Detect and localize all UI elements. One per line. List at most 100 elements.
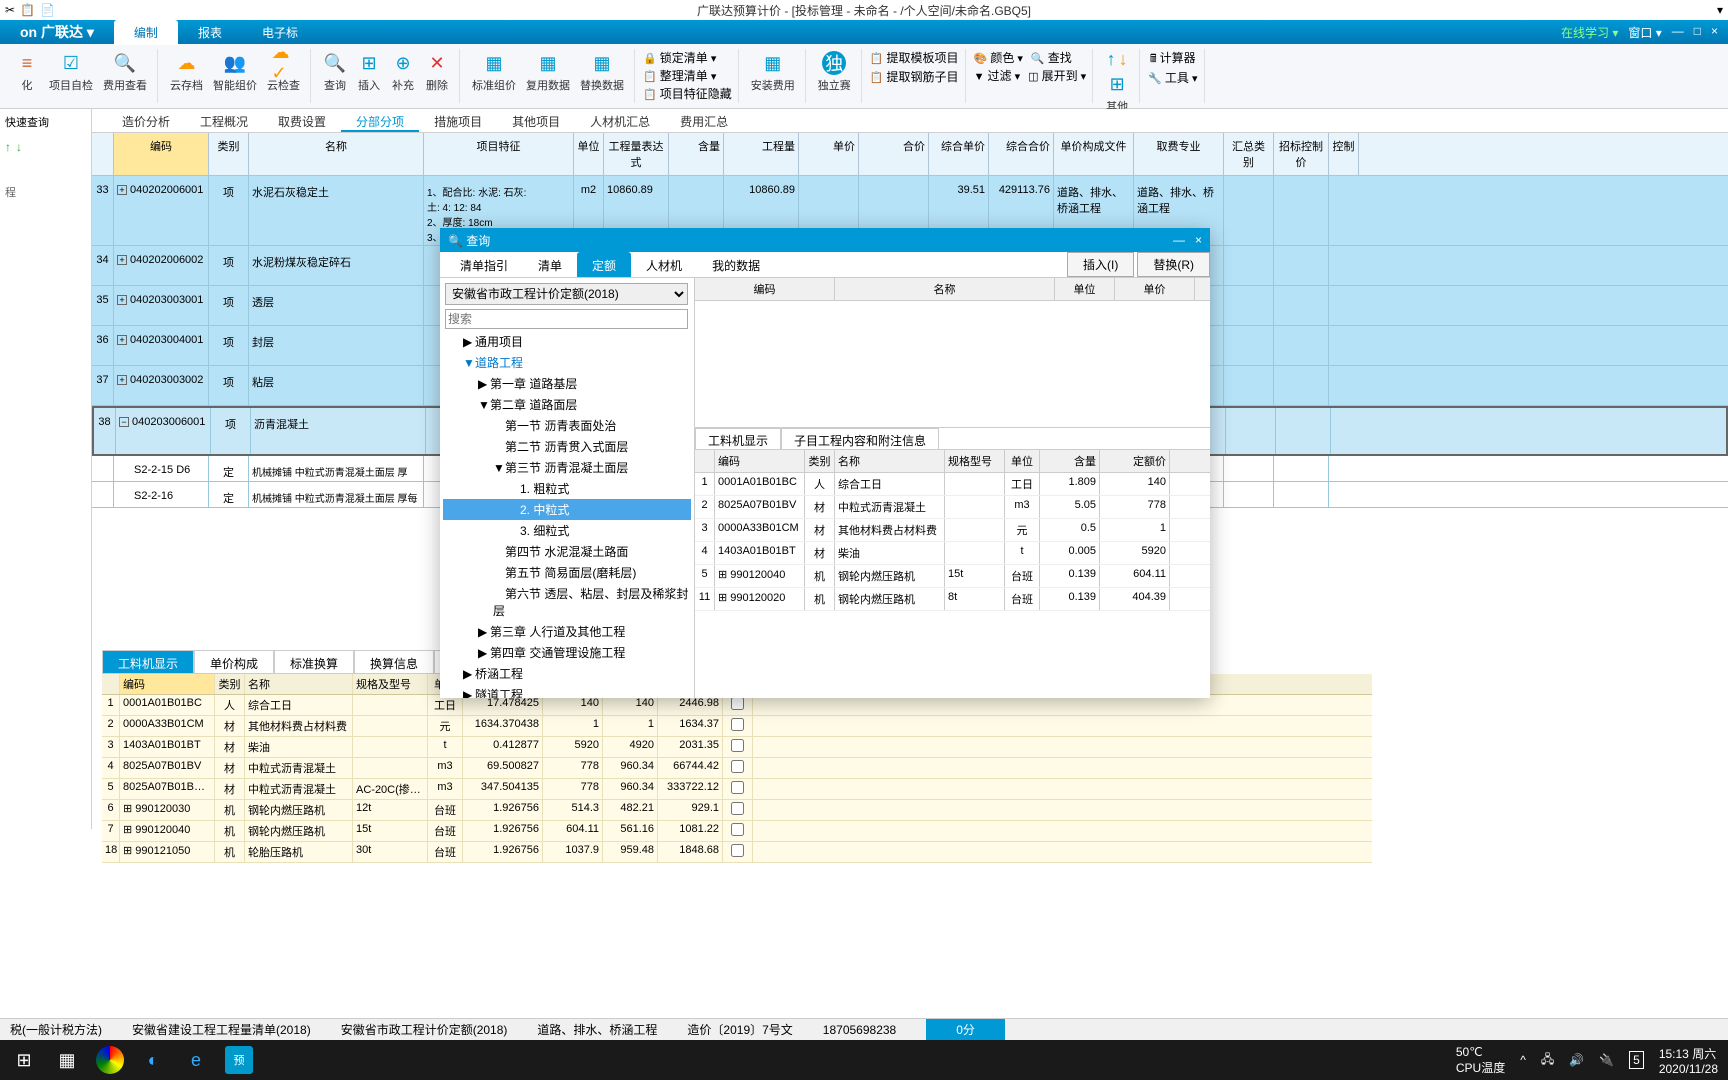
detail-row[interactable]: 4 1403A01B01BT 材 柴油 t 0.005 5920 [695, 542, 1210, 565]
tree-item[interactable]: 第一节 沥青表面处治 [443, 415, 691, 436]
bottom-row[interactable]: 3 1403A01B01BT 材 柴油 t 0.412877 5920 4920… [102, 737, 1372, 758]
copy-icon[interactable]: 📋 [20, 3, 35, 17]
tree-item[interactable]: ▶第四章 交通管理设施工程 [443, 642, 691, 663]
tree-item[interactable]: ▶第三章 人行道及其他工程 [443, 621, 691, 642]
expand-icon[interactable]: − [119, 417, 129, 427]
btm-tab-display[interactable]: 工料机显示 [102, 650, 194, 674]
tree-expand-icon[interactable]: ▼ [493, 461, 505, 475]
expand-icon[interactable]: + [117, 255, 127, 265]
app2-icon[interactable]: ◐ [139, 1046, 167, 1074]
bottom-row[interactable]: 6 ⊞ 990120030 机 钢轮内燃压路机 12t 台班 1.926756 … [102, 800, 1372, 821]
edge-icon[interactable]: e [182, 1046, 210, 1074]
app-running-icon[interactable]: 预 [225, 1046, 253, 1074]
online-learn[interactable]: 在线学习 ▾ [1561, 24, 1618, 41]
ribbon-stdprice[interactable]: ▦标准组价 [468, 49, 520, 95]
ribbon-tools[interactable]: 🔧 工具 ▾ [1148, 69, 1197, 86]
bottom-row[interactable]: 18 ⊞ 990121050 机 轮胎压路机 30t 台班 1.926756 1… [102, 842, 1372, 863]
tray-ime-icon[interactable]: 5 [1629, 1051, 1644, 1069]
tab-material[interactable]: 人材机汇总 [575, 109, 665, 132]
tree-item[interactable]: ▶隧道工程 [443, 684, 691, 698]
tree-expand-icon[interactable]: ▶ [478, 625, 490, 639]
tab-breakdown[interactable]: 分部分项 [341, 109, 419, 132]
expand-icon[interactable]: + [117, 185, 127, 195]
paste-icon[interactable]: 📄 [40, 3, 55, 17]
status-score[interactable]: 0分 [926, 1019, 1005, 1040]
ribbon-cloudsave[interactable]: ☁云存档 [166, 49, 207, 95]
row-checkbox[interactable] [731, 697, 744, 710]
bottom-row[interactable]: 1 0001A01B01BC 人 综合工日 工日 17.478425 140 1… [102, 695, 1372, 716]
tree-item[interactable]: ▶第一章 道路基层 [443, 373, 691, 394]
tree-item[interactable]: 2. 中粒式 [443, 499, 691, 520]
bottom-row[interactable]: 5 8025A07B01B… 材 中粒式沥青混凝土 AC-20C(掺… m3 3… [102, 779, 1372, 800]
tab-cost-analysis[interactable]: 造价分析 [107, 109, 185, 132]
tree-item[interactable]: ▼第二章 道路面层 [443, 394, 691, 415]
dlg-tab-quota[interactable]: 定额 [577, 252, 631, 277]
quota-combo[interactable]: 安徽省市政工程计价定额(2018) [445, 283, 688, 305]
dlg-tab-list[interactable]: 清单 [523, 252, 577, 277]
side-item[interactable]: 程 [5, 184, 86, 200]
minimize-icon[interactable]: ▾ [1717, 3, 1723, 17]
tree-item[interactable]: 1. 粗粒式 [443, 478, 691, 499]
tab-measures[interactable]: 措施项目 [419, 109, 497, 132]
window-menu[interactable]: 窗口 ▾ [1628, 24, 1661, 41]
tree-expand-icon[interactable]: ▶ [463, 688, 475, 698]
app1-icon[interactable] [96, 1046, 124, 1074]
ribbon-delete[interactable]: ✕删除 [421, 49, 453, 95]
ribbon-lock[interactable]: 🔒 锁定清单 ▾ [643, 49, 732, 66]
btm-tab-conv[interactable]: 换算信息 [354, 650, 434, 674]
up-arrow-icon[interactable]: ↑ [5, 140, 11, 154]
btm-tab-std[interactable]: 标准换算 [274, 650, 354, 674]
ribbon-up[interactable]: ↑ [1107, 49, 1116, 70]
down-arrow-icon[interactable]: ↓ [16, 140, 22, 154]
ribbon-selfcheck[interactable]: ☑项目自检 [45, 49, 97, 95]
tab-cost-summary[interactable]: 费用汇总 [665, 109, 743, 132]
tree-item[interactable]: ▶桥涵工程 [443, 663, 691, 684]
ribbon-rebar[interactable]: 📋 提取钢筋子目 [870, 68, 959, 85]
tree-expand-icon[interactable]: ▶ [463, 335, 475, 349]
start-icon[interactable]: ⊞ [10, 1046, 38, 1074]
tree-item[interactable]: ▶通用项目 [443, 331, 691, 352]
ribbon-replace[interactable]: ▦替换数据 [576, 49, 628, 95]
insert-button[interactable]: 插入(I) [1067, 252, 1134, 277]
ribbon-costview[interactable]: 🔍费用查看 [99, 49, 151, 95]
dialog-titlebar[interactable]: 🔍 查询 — × [440, 228, 1210, 252]
row-checkbox[interactable] [731, 844, 744, 857]
ribbon-template[interactable]: 📋 提取模板项目 [870, 49, 959, 66]
dlg-tab-guide[interactable]: 清单指引 [445, 252, 523, 277]
ribbon-expand[interactable]: ◫ 展开到 ▾ [1028, 67, 1086, 84]
brand-logo[interactable]: on 广联达 ▾ [0, 22, 114, 42]
max-icon[interactable]: □ [1694, 24, 1701, 41]
tree-panel[interactable]: 安徽省市政工程计价定额(2018) ▶通用项目▼道路工程▶第一章 道路基层▼第二… [440, 278, 695, 698]
dialog-close-icon[interactable]: × [1195, 233, 1202, 247]
dlg-tab-material[interactable]: 人材机 [631, 252, 697, 277]
main-tab-compile[interactable]: 编制 [114, 20, 178, 45]
ribbon-reuse[interactable]: ▦复用数据 [522, 49, 574, 95]
clock[interactable]: 15:13 周六2020/11/28 [1659, 1045, 1718, 1076]
tree-item[interactable]: 3. 细粒式 [443, 520, 691, 541]
cut-icon[interactable]: ✂ [5, 3, 15, 17]
ribbon-organize[interactable]: 📋 整理清单 ▾ [643, 67, 732, 84]
tree-expand-icon[interactable]: ▼ [478, 398, 490, 412]
bottom-row[interactable]: 7 ⊞ 990120040 机 钢轮内燃压路机 15t 台班 1.926756 … [102, 821, 1372, 842]
row-checkbox[interactable] [731, 760, 744, 773]
tree-item[interactable]: 第五节 简易面层(磨耗层) [443, 562, 691, 583]
row-checkbox[interactable] [731, 781, 744, 794]
ribbon-down[interactable]: ↓ [1119, 49, 1128, 70]
tree-item[interactable]: 第二节 沥青贯入式面层 [443, 436, 691, 457]
row-checkbox[interactable] [731, 823, 744, 836]
replace-button[interactable]: 替换(R) [1137, 252, 1210, 277]
main-tab-report[interactable]: 报表 [178, 20, 242, 45]
detail-grid[interactable]: 编码 类别 名称 规格型号 单位 含量 定额价 1 0001A01B01BC 人… [695, 450, 1210, 611]
expand-icon[interactable]: + [117, 335, 127, 345]
tree-item[interactable]: ▼道路工程 [443, 352, 691, 373]
tree-expand-icon[interactable]: ▶ [478, 646, 490, 660]
tree-item[interactable]: ▼第三节 沥青混凝土面层 [443, 457, 691, 478]
min-icon[interactable]: — [1672, 24, 1684, 41]
tab-fee-settings[interactable]: 取费设置 [263, 109, 341, 132]
ribbon-color[interactable]: 🎨 颜色 ▾ [974, 49, 1023, 66]
ribbon-filter[interactable]: ▼ 过滤 ▾ [974, 67, 1021, 84]
ribbon-indep[interactable]: 独独立赛 [814, 49, 855, 95]
ribbon-smartprice[interactable]: 👥智能组价 [209, 49, 261, 95]
close-icon[interactable]: × [1711, 24, 1718, 41]
ribbon-add[interactable]: ⊕补充 [387, 49, 419, 95]
